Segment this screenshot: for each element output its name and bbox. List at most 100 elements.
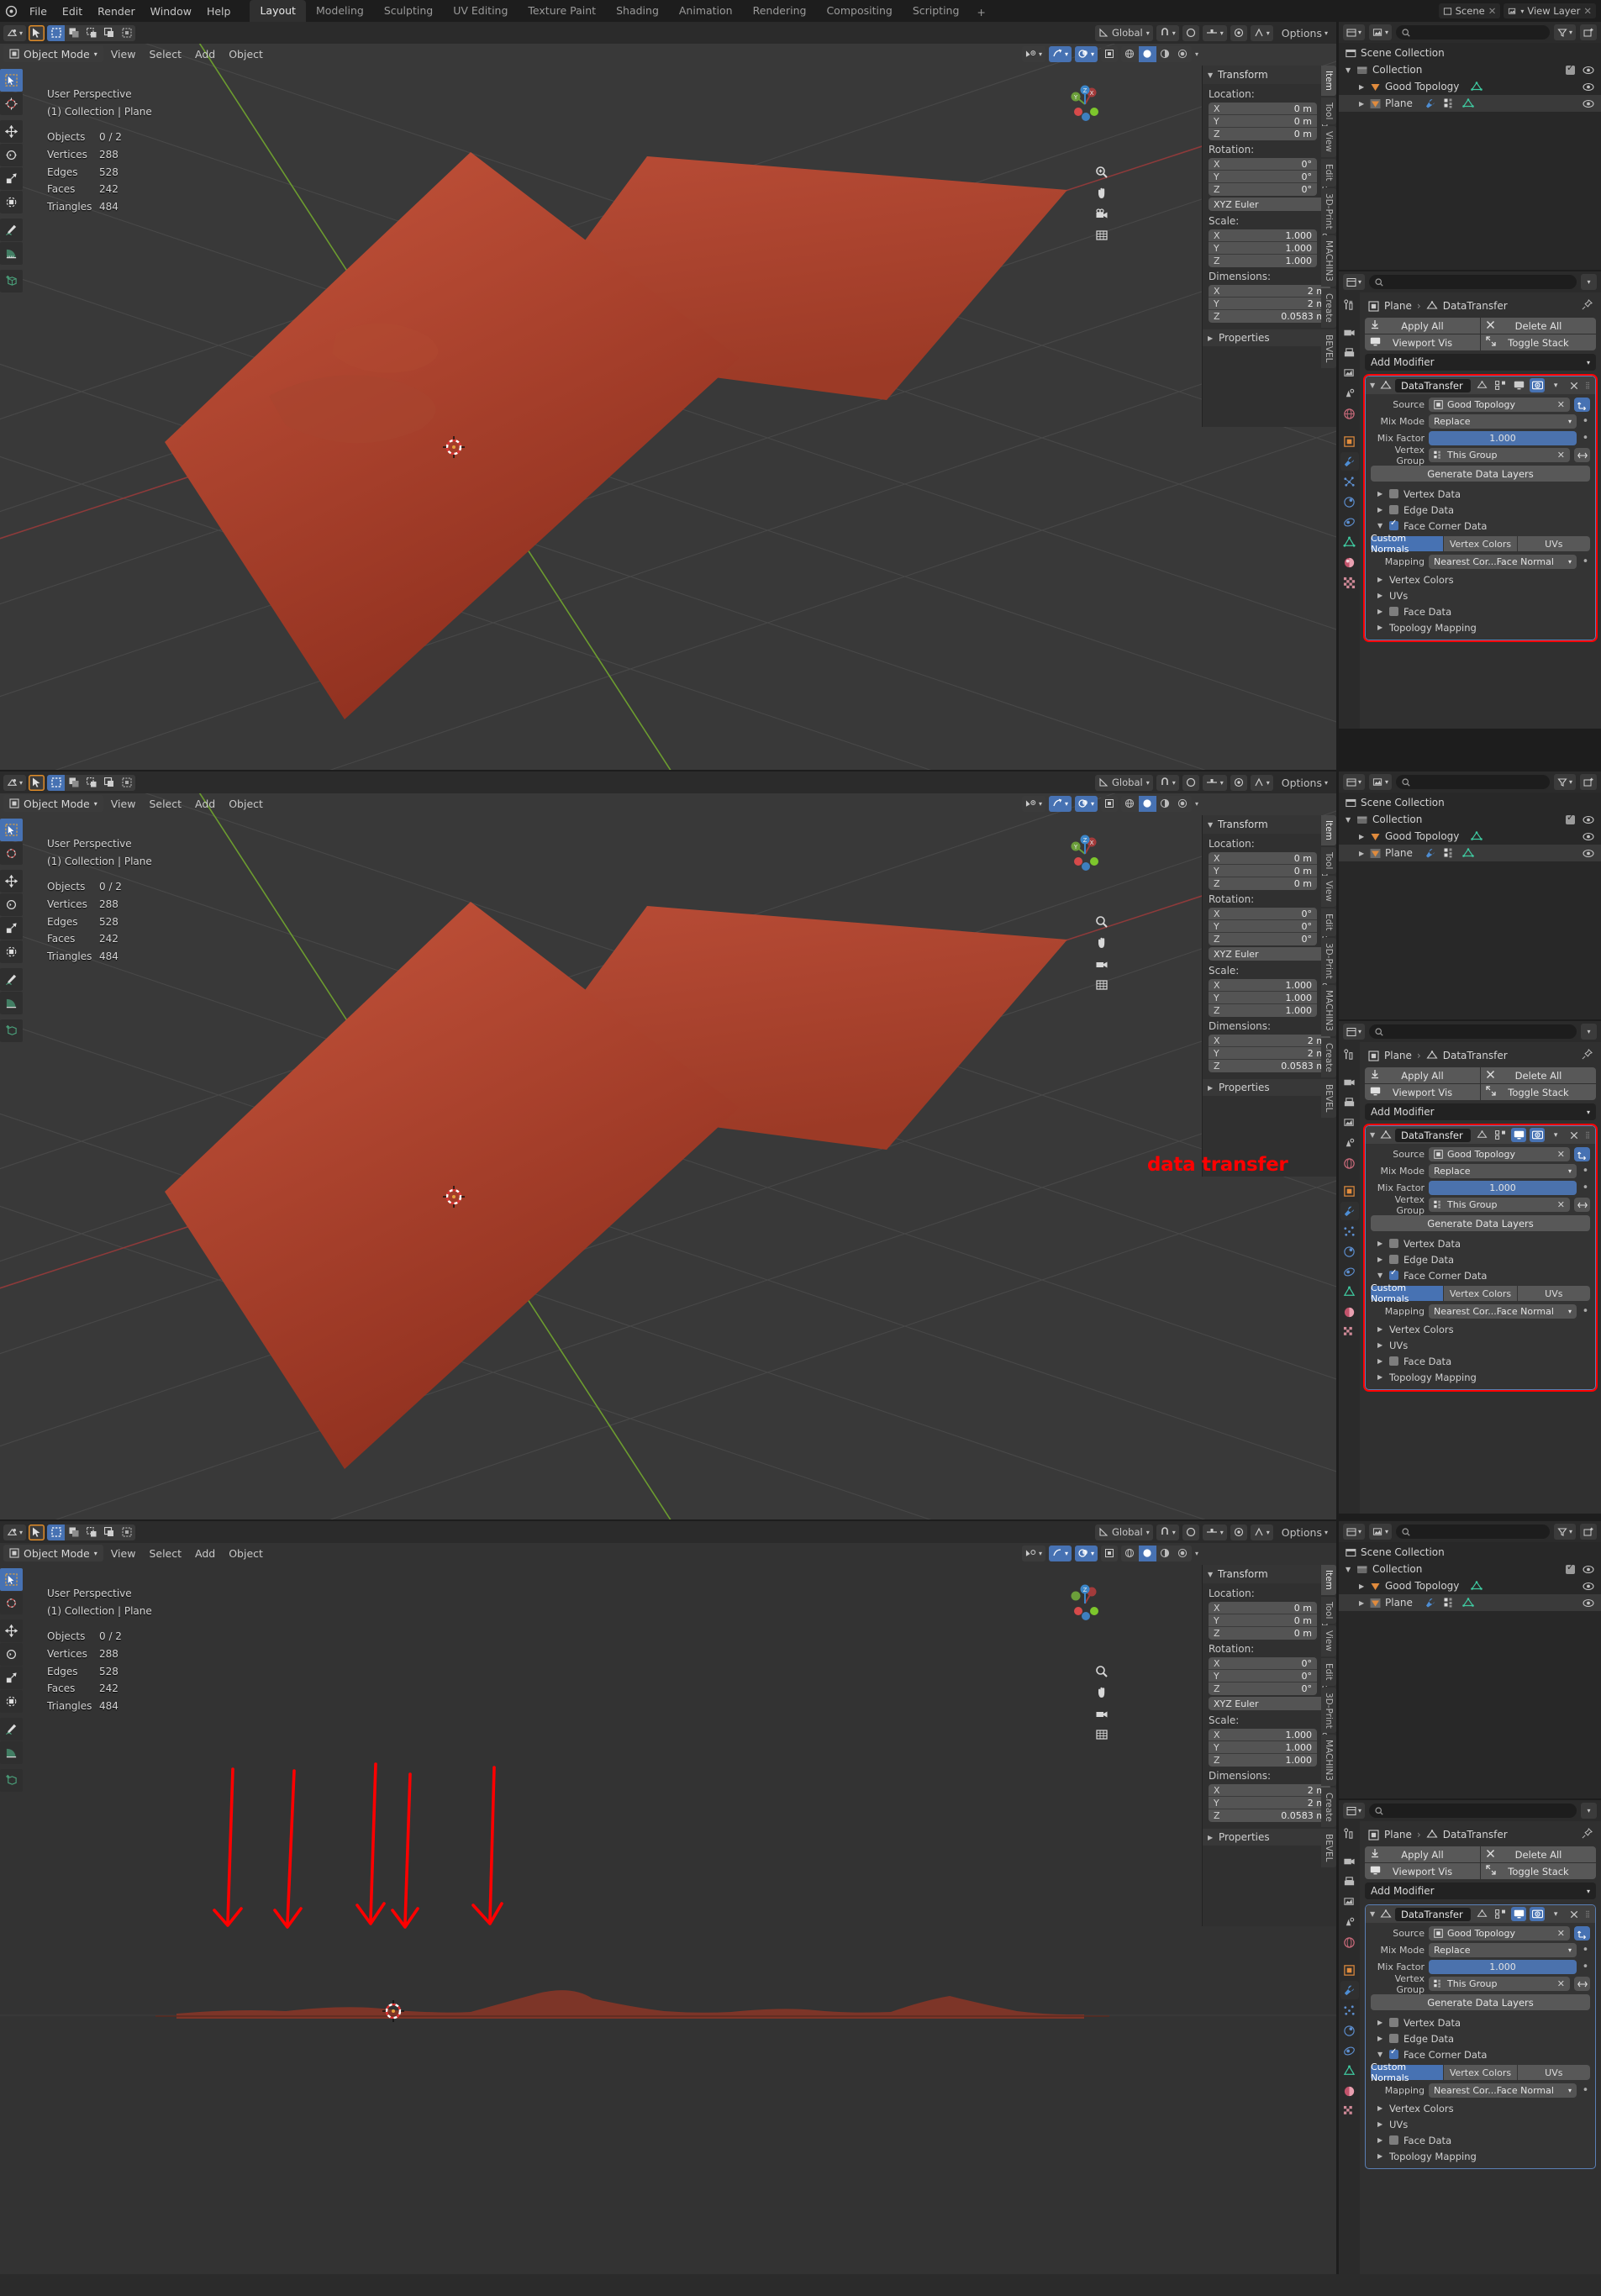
eye-icon-plane-bottom[interactable]	[1583, 1598, 1594, 1608]
apply-all-button-middle[interactable]: Apply All	[1365, 1067, 1480, 1083]
edge-data-checkbox-middle[interactable]	[1389, 1255, 1398, 1264]
outliner-row-plane-bottom[interactable]: ▶ Plane	[1339, 1594, 1601, 1611]
viewport-menu-view[interactable]: View	[105, 46, 142, 62]
rotation-y-field-middle[interactable]: Y 0°	[1209, 920, 1317, 933]
source-object-field[interactable]: Good Topology ✕	[1429, 398, 1570, 412]
tool-annotate-middle[interactable]	[0, 968, 23, 991]
ortho-persp-icon[interactable]	[1093, 226, 1111, 244]
editor-type-button[interactable]: ▾	[3, 24, 27, 41]
properties-options-icon-middle[interactable]: ▾	[1581, 1024, 1597, 1040]
overlay-toggle-button-middle[interactable]	[1230, 774, 1247, 791]
transform-panel-header[interactable]: ▼ Transform ⣿	[1203, 66, 1336, 84]
vtab-tool[interactable]: Tool	[1321, 97, 1336, 125]
viewport-shading-wireframe-button[interactable]	[1100, 45, 1118, 62]
tool-add-cube-bottom[interactable]	[0, 1769, 23, 1792]
eye-icon-good-topology-middle[interactable]	[1583, 832, 1594, 841]
shading-wireframe-icon-middle[interactable]	[1121, 796, 1139, 812]
select-difference-icon[interactable]	[118, 25, 135, 41]
select-difference-icon-middle[interactable]	[118, 775, 135, 791]
source-object-field-middle[interactable]: Good Topology ✕	[1429, 1147, 1570, 1161]
shading-rendered-icon-middle[interactable]	[1174, 796, 1192, 812]
pin-icon-middle[interactable]	[1582, 1049, 1593, 1062]
edge-data-section[interactable]: ▶ Edge Data	[1371, 502, 1590, 518]
vtab-machin3-middle[interactable]: MACHIN3	[1321, 985, 1336, 1037]
properties-search-input-middle[interactable]	[1369, 1024, 1577, 1039]
invert-vertex-group-toggle-middle[interactable]	[1574, 1198, 1590, 1212]
scale-y-field-middle[interactable]: Y 1.000	[1209, 992, 1317, 1004]
outliner-row-good-topology-middle[interactable]: ▶ Good Topology	[1339, 828, 1601, 845]
face-data-subsection-bottom[interactable]: ▶ Face Data	[1371, 2132, 1590, 2148]
dimensions-x-field[interactable]: X2 m	[1209, 285, 1330, 298]
tool-rotate-middle[interactable]	[0, 893, 23, 916]
mapping-dropdown-middle[interactable]: Nearest Cor...Face Normal ▾	[1429, 1304, 1577, 1319]
expand-triangle-icon-plane[interactable]: ▶	[1359, 100, 1366, 108]
viewport-menu-select-bottom[interactable]: Select	[143, 1546, 187, 1561]
shading-mode-group-bottom[interactable]	[1120, 1545, 1192, 1561]
edge-data-checkbox-bottom[interactable]	[1389, 2034, 1398, 2043]
pr-tab-modifier[interactable]	[1340, 452, 1359, 471]
on-cage-icon[interactable]	[1474, 378, 1489, 392]
pan-hand-icon[interactable]	[1093, 184, 1111, 202]
add-workspace-button[interactable]: +	[969, 3, 993, 22]
dimensions-y-field-middle[interactable]: Y2 m	[1209, 1047, 1330, 1060]
outliner-row-collection-middle[interactable]: ▼ Collection ✓	[1339, 811, 1601, 828]
pin-icon[interactable]	[1582, 299, 1593, 313]
tool-move[interactable]	[0, 120, 23, 143]
vertex-data-checkbox-bottom[interactable]	[1389, 2018, 1398, 2027]
vertex-group-field[interactable]: This Group ✕	[1429, 448, 1570, 462]
shading-solid-icon-bottom[interactable]	[1138, 1545, 1156, 1561]
outliner-display-mode-icon[interactable]: ▾	[1369, 24, 1393, 40]
topology-mapping-subsection-bottom[interactable]: ▶ Topology Mapping	[1371, 2148, 1590, 2164]
pr-tab-texture[interactable]	[1340, 573, 1359, 592]
mix-mode-animate-dot[interactable]: •	[1581, 416, 1590, 427]
render-display-icon[interactable]	[1530, 378, 1546, 392]
breadcrumb-object-label[interactable]: Plane	[1384, 300, 1412, 312]
cursor-tool-button-bottom[interactable]	[29, 1524, 45, 1540]
modifier-box-datatransfer-top[interactable]: ▼ DataTransfer ▾ ⣿ Source Good Topology ✕	[1363, 374, 1598, 642]
pr-tab-modifier-middle[interactable]	[1340, 1202, 1359, 1220]
mix-factor-animate-dot-bottom[interactable]: •	[1581, 1962, 1590, 1972]
tool-select-box-bottom[interactable]	[0, 1568, 23, 1591]
clear-vertex-group-icon[interactable]: ✕	[1557, 450, 1565, 461]
viewport-menu-select-middle[interactable]: Select	[143, 796, 187, 812]
location-y-field[interactable]: Y0 m	[1209, 115, 1317, 128]
pr-tab-view-layer[interactable]	[1340, 364, 1359, 382]
pr-tab-data-middle[interactable]	[1340, 1282, 1359, 1301]
scene-selector[interactable]: Scene ✕	[1438, 3, 1501, 18]
pr-tab-render-bottom[interactable]	[1340, 1852, 1359, 1871]
dimensions-x-field-bottom[interactable]: X2 m	[1209, 1784, 1330, 1797]
pr-tab-output[interactable]	[1340, 344, 1359, 362]
pr-tab-constraints[interactable]	[1340, 513, 1359, 531]
viewport-menu-object-bottom[interactable]: Object	[223, 1546, 269, 1561]
pr-tab-tool-middle[interactable]	[1340, 1045, 1359, 1064]
viewport-menu-select[interactable]: Select	[143, 46, 187, 62]
properties-search-input-bottom[interactable]	[1369, 1804, 1577, 1818]
delete-all-button-bottom[interactable]: Delete All	[1481, 1846, 1596, 1862]
menu-help[interactable]: Help	[199, 3, 239, 20]
modifier-name-field-middle[interactable]: DataTransfer	[1395, 1128, 1472, 1142]
overlay-toggle-button-bottom[interactable]	[1230, 1524, 1247, 1540]
modifier-drag-handle-middle[interactable]: ⣿	[1585, 1131, 1591, 1139]
topology-mapping-subsection[interactable]: ▶ Topology Mapping	[1371, 619, 1590, 635]
show-overlays-button-middle[interactable]: ▾	[1048, 795, 1072, 812]
vtab-3d-print[interactable]: 3D-Print	[1321, 187, 1336, 234]
vtab-bevel-middle[interactable]: BEVEL	[1321, 1079, 1336, 1118]
clear-source-icon-bottom[interactable]: ✕	[1557, 1928, 1565, 1939]
mesh-data-icon-plane[interactable]	[1462, 98, 1474, 108]
measure-button-bottom[interactable]: ▾	[1202, 1524, 1227, 1540]
blender-logo-icon[interactable]	[0, 0, 22, 22]
navigation-gizmo-top[interactable]: X Y Z	[1056, 71, 1114, 129]
pin-icon-bottom[interactable]	[1582, 1828, 1593, 1841]
outliner-row-plane-middle[interactable]: ▶ Plane	[1339, 845, 1601, 861]
vtab-3d-print-middle[interactable]: 3D-Print	[1321, 937, 1336, 984]
outliner-row-plane[interactable]: ▶ Plane	[1339, 95, 1601, 112]
vtab-edit[interactable]: Edit	[1321, 159, 1336, 187]
collection-checkbox-bottom[interactable]: ✓	[1566, 1561, 1575, 1574]
face-data-checkbox-bottom[interactable]	[1389, 2135, 1398, 2145]
camera-view-icon-bottom[interactable]	[1093, 1704, 1111, 1722]
mix-mode-dropdown[interactable]: Replace ▾	[1429, 414, 1577, 429]
tab-modeling[interactable]: Modeling	[306, 0, 374, 22]
tab-scripting[interactable]: Scripting	[903, 0, 970, 22]
edit-mode-display-icon[interactable]	[1493, 378, 1508, 392]
tab-uvs[interactable]: UVs	[1517, 536, 1590, 551]
